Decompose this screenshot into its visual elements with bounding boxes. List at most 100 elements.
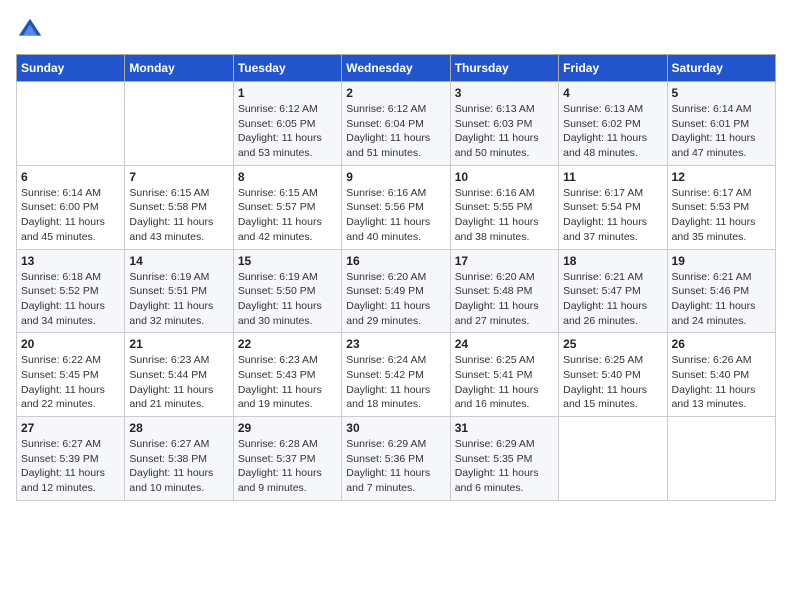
calendar-cell: 12Sunrise: 6:17 AMSunset: 5:53 PMDayligh… — [667, 165, 775, 249]
day-info: Sunrise: 6:22 AMSunset: 5:45 PMDaylight:… — [21, 353, 120, 412]
week-row-4: 20 Sunrise: 6:22 AMSunset: 5:45 PMDayligh… — [17, 333, 776, 417]
calendar-cell — [667, 417, 775, 501]
day-info: Sunrise: 6:12 AMSunset: 6:04 PMDaylight:… — [346, 102, 445, 161]
header-cell-tuesday: Tuesday — [233, 55, 341, 82]
calendar-cell: 8Sunrise: 6:15 AMSunset: 5:57 PMDaylight… — [233, 165, 341, 249]
page-header — [16, 16, 776, 44]
day-info: Sunrise: 6:16 AMSunset: 5:56 PMDaylight:… — [346, 186, 445, 245]
day-number: 14 — [129, 254, 228, 268]
day-info: Sunrise: 6:29 AMSunset: 5:36 PMDaylight:… — [346, 437, 445, 496]
day-info: Sunrise: 6:14 AMSunset: 6:00 PMDaylight:… — [21, 186, 120, 245]
day-number: 28 — [129, 421, 228, 435]
calendar-cell: 17Sunrise: 6:20 AMSunset: 5:48 PMDayligh… — [450, 249, 558, 333]
header-cell-saturday: Saturday — [667, 55, 775, 82]
day-info: Sunrise: 6:19 AMSunset: 5:51 PMDaylight:… — [129, 270, 228, 329]
calendar-cell: 26 Sunrise: 6:26 AMSunset: 5:40 PMDayligh… — [667, 333, 775, 417]
day-number: 24 — [455, 337, 554, 351]
day-number: 22 — [238, 337, 337, 351]
logo-icon — [16, 16, 44, 44]
day-number: 8 — [238, 170, 337, 184]
calendar-cell: 20 Sunrise: 6:22 AMSunset: 5:45 PMDayligh… — [17, 333, 125, 417]
day-info: Sunrise: 6:26 AMSunset: 5:40 PMDaylight:… — [672, 353, 771, 412]
calendar-cell: 16Sunrise: 6:20 AMSunset: 5:49 PMDayligh… — [342, 249, 450, 333]
day-number: 3 — [455, 86, 554, 100]
header-cell-friday: Friday — [559, 55, 667, 82]
calendar-cell — [125, 82, 233, 166]
calendar-header: SundayMondayTuesdayWednesdayThursdayFrid… — [17, 55, 776, 82]
day-info: Sunrise: 6:29 AMSunset: 5:35 PMDaylight:… — [455, 437, 554, 496]
day-number: 29 — [238, 421, 337, 435]
week-row-3: 13 Sunrise: 6:18 AMSunset: 5:52 PMDayligh… — [17, 249, 776, 333]
calendar-table: SundayMondayTuesdayWednesdayThursdayFrid… — [16, 54, 776, 501]
calendar-cell — [17, 82, 125, 166]
calendar-cell: 25Sunrise: 6:25 AMSunset: 5:40 PMDayligh… — [559, 333, 667, 417]
day-info: Sunrise: 6:23 AMSunset: 5:44 PMDaylight:… — [129, 353, 228, 412]
day-info: Sunrise: 6:25 AMSunset: 5:40 PMDaylight:… — [563, 353, 662, 412]
day-number: 20 — [21, 337, 120, 351]
day-info: Sunrise: 6:19 AMSunset: 5:50 PMDaylight:… — [238, 270, 337, 329]
day-number: 2 — [346, 86, 445, 100]
day-number: 31 — [455, 421, 554, 435]
calendar-cell: 6 Sunrise: 6:14 AMSunset: 6:00 PMDaylight… — [17, 165, 125, 249]
calendar-cell: 5 Sunrise: 6:14 AMSunset: 6:01 PMDaylight… — [667, 82, 775, 166]
calendar-cell: 13 Sunrise: 6:18 AMSunset: 5:52 PMDayligh… — [17, 249, 125, 333]
day-info: Sunrise: 6:15 AMSunset: 5:58 PMDaylight:… — [129, 186, 228, 245]
day-info: Sunrise: 6:20 AMSunset: 5:48 PMDaylight:… — [455, 270, 554, 329]
day-info: Sunrise: 6:27 AMSunset: 5:39 PMDaylight:… — [21, 437, 120, 496]
header-cell-wednesday: Wednesday — [342, 55, 450, 82]
calendar-cell — [559, 417, 667, 501]
calendar-cell: 18 Sunrise: 6:21 AMSunset: 5:47 PMDayligh… — [559, 249, 667, 333]
day-info: Sunrise: 6:13 AMSunset: 6:03 PMDaylight:… — [455, 102, 554, 161]
day-number: 27 — [21, 421, 120, 435]
day-info: Sunrise: 6:23 AMSunset: 5:43 PMDaylight:… — [238, 353, 337, 412]
day-number: 7 — [129, 170, 228, 184]
day-info: Sunrise: 6:12 AMSunset: 6:05 PMDaylight:… — [238, 102, 337, 161]
day-number: 15 — [238, 254, 337, 268]
header-row: SundayMondayTuesdayWednesdayThursdayFrid… — [17, 55, 776, 82]
day-number: 6 — [21, 170, 120, 184]
calendar-cell: 22 Sunrise: 6:23 AMSunset: 5:43 PMDayligh… — [233, 333, 341, 417]
calendar-cell: 2 Sunrise: 6:12 AMSunset: 6:04 PMDaylight… — [342, 82, 450, 166]
day-number: 16 — [346, 254, 445, 268]
day-number: 13 — [21, 254, 120, 268]
day-info: Sunrise: 6:27 AMSunset: 5:38 PMDaylight:… — [129, 437, 228, 496]
day-info: Sunrise: 6:13 AMSunset: 6:02 PMDaylight:… — [563, 102, 662, 161]
calendar-cell: 7 Sunrise: 6:15 AMSunset: 5:58 PMDaylight… — [125, 165, 233, 249]
day-number: 18 — [563, 254, 662, 268]
header-cell-thursday: Thursday — [450, 55, 558, 82]
calendar-cell: 27 Sunrise: 6:27 AMSunset: 5:39 PMDayligh… — [17, 417, 125, 501]
day-info: Sunrise: 6:17 AMSunset: 5:54 PMDaylight:… — [563, 186, 662, 245]
calendar-cell: 3 Sunrise: 6:13 AMSunset: 6:03 PMDaylight… — [450, 82, 558, 166]
calendar-cell: 10Sunrise: 6:16 AMSunset: 5:55 PMDayligh… — [450, 165, 558, 249]
day-info: Sunrise: 6:14 AMSunset: 6:01 PMDaylight:… — [672, 102, 771, 161]
day-number: 5 — [672, 86, 771, 100]
week-row-1: 1 Sunrise: 6:12 AMSunset: 6:05 PMDaylight… — [17, 82, 776, 166]
day-info: Sunrise: 6:18 AMSunset: 5:52 PMDaylight:… — [21, 270, 120, 329]
calendar-cell: 30 Sunrise: 6:29 AMSunset: 5:36 PMDayligh… — [342, 417, 450, 501]
calendar-cell: 23Sunrise: 6:24 AMSunset: 5:42 PMDayligh… — [342, 333, 450, 417]
header-cell-monday: Monday — [125, 55, 233, 82]
day-info: Sunrise: 6:28 AMSunset: 5:37 PMDaylight:… — [238, 437, 337, 496]
calendar-cell: 4 Sunrise: 6:13 AMSunset: 6:02 PMDaylight… — [559, 82, 667, 166]
day-number: 4 — [563, 86, 662, 100]
calendar-cell: 28 Sunrise: 6:27 AMSunset: 5:38 PMDayligh… — [125, 417, 233, 501]
day-info: Sunrise: 6:21 AMSunset: 5:46 PMDaylight:… — [672, 270, 771, 329]
week-row-5: 27 Sunrise: 6:27 AMSunset: 5:39 PMDayligh… — [17, 417, 776, 501]
calendar-body: 1 Sunrise: 6:12 AMSunset: 6:05 PMDaylight… — [17, 82, 776, 501]
day-info: Sunrise: 6:25 AMSunset: 5:41 PMDaylight:… — [455, 353, 554, 412]
calendar-cell: 1 Sunrise: 6:12 AMSunset: 6:05 PMDaylight… — [233, 82, 341, 166]
day-number: 21 — [129, 337, 228, 351]
calendar-cell: 15 Sunrise: 6:19 AMSunset: 5:50 PMDayligh… — [233, 249, 341, 333]
day-info: Sunrise: 6:21 AMSunset: 5:47 PMDaylight:… — [563, 270, 662, 329]
day-info: Sunrise: 6:16 AMSunset: 5:55 PMDaylight:… — [455, 186, 554, 245]
day-number: 30 — [346, 421, 445, 435]
calendar-cell: 11Sunrise: 6:17 AMSunset: 5:54 PMDayligh… — [559, 165, 667, 249]
day-number: 26 — [672, 337, 771, 351]
week-row-2: 6 Sunrise: 6:14 AMSunset: 6:00 PMDaylight… — [17, 165, 776, 249]
day-number: 23 — [346, 337, 445, 351]
calendar-cell: 19Sunrise: 6:21 AMSunset: 5:46 PMDayligh… — [667, 249, 775, 333]
calendar-cell: 14 Sunrise: 6:19 AMSunset: 5:51 PMDayligh… — [125, 249, 233, 333]
calendar-cell: 21 Sunrise: 6:23 AMSunset: 5:44 PMDayligh… — [125, 333, 233, 417]
logo — [16, 16, 48, 44]
day-number: 1 — [238, 86, 337, 100]
